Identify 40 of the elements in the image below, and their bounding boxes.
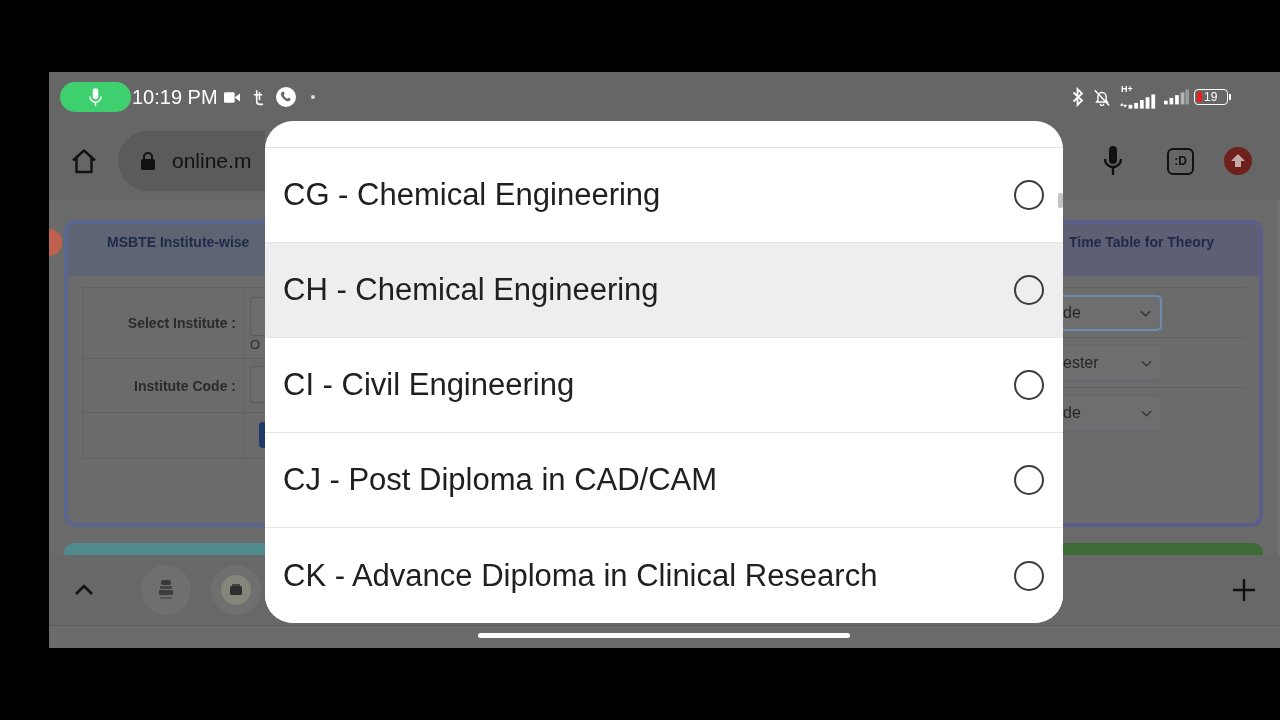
- card-title: MSBTE Institute-wise: [107, 234, 250, 250]
- video-camera-icon: [223, 91, 240, 103]
- app-notification-icon: [252, 88, 264, 106]
- lock-icon: [141, 152, 155, 170]
- phone-call-icon: [275, 87, 296, 107]
- microphone-icon: [60, 82, 131, 112]
- input-field[interactable]: [250, 297, 265, 336]
- bluetooth-icon: [1072, 87, 1084, 107]
- arrow-up-circle-icon[interactable]: [1224, 147, 1252, 175]
- url-text: online.m: [172, 149, 252, 173]
- radio-button[interactable]: [1014, 180, 1044, 210]
- separator-text: O: [250, 337, 262, 352]
- network-type: H+: [1121, 85, 1133, 94]
- signal-icon: [1164, 89, 1189, 105]
- radio-button[interactable]: [1014, 370, 1044, 400]
- status-time: 10:19 PM: [132, 85, 218, 109]
- home-icon[interactable]: [71, 148, 97, 174]
- option-item[interactable]: CG - Chemical Engineering: [265, 148, 1063, 243]
- plus-icon[interactable]: [1232, 578, 1256, 602]
- scrollbar-thumb: [1058, 193, 1063, 208]
- chevron-down-icon: [1141, 359, 1152, 367]
- bell-off-icon: [1093, 87, 1111, 107]
- dot-icon: [310, 95, 315, 99]
- option-item[interactable]: CH - Chemical Engineering: [265, 243, 1063, 338]
- battery-fill: [1197, 92, 1202, 102]
- field-label: Institute Code :: [134, 377, 236, 394]
- card-title: Time Table for Theory: [1069, 234, 1214, 250]
- signal-icon: [1120, 94, 1158, 109]
- input-field[interactable]: [250, 366, 265, 403]
- radio-button[interactable]: [1014, 560, 1044, 591]
- chevron-up-icon[interactable]: [74, 584, 94, 596]
- battery-percentage: 19: [1204, 91, 1218, 103]
- chevron-down-icon: [1141, 409, 1152, 417]
- emblem-icon[interactable]: [141, 565, 191, 615]
- microphone-icon[interactable]: [1103, 146, 1123, 176]
- radio-button[interactable]: [1014, 275, 1044, 305]
- chevron-down-icon: [1140, 309, 1151, 317]
- radio-button[interactable]: [1014, 465, 1044, 495]
- emblem-icon[interactable]: [211, 565, 261, 615]
- field-label: Select Institute :: [127, 315, 236, 331]
